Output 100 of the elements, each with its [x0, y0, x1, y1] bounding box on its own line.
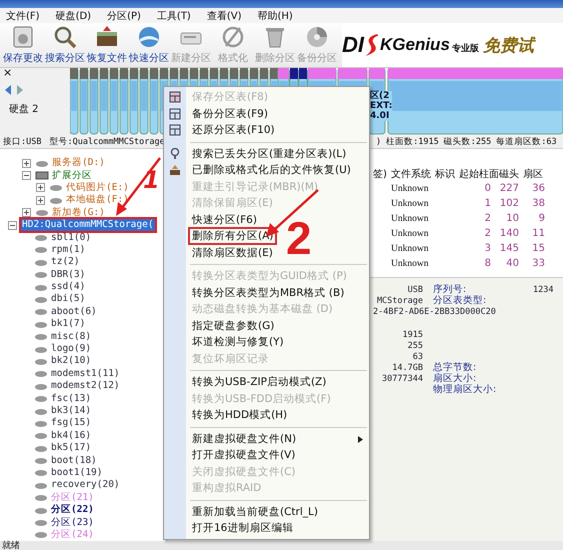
menu-item[interactable]: 硬盘(D): [56, 8, 92, 22]
table-cell-text: Unknown: [391, 198, 430, 208]
tree-item[interactable]: bk4(16): [50, 430, 92, 442]
tree-item[interactable]: bk5(17): [50, 442, 92, 454]
tree-item[interactable]: bk3(14): [50, 405, 92, 417]
tree-item[interactable]: dbi(5): [50, 293, 86, 306]
tree-item[interactable]: 分区(23): [50, 516, 95, 529]
menu-item[interactable]: 查看(V): [206, 8, 242, 22]
column-header[interactable]: 文件系统: [391, 166, 435, 180]
toolbar-button[interactable]: 恢复文件: [86, 24, 128, 66]
column-header[interactable]: 签): [373, 166, 391, 180]
menu-item[interactable]: 搜索已丢失分区(重建分区表)(L): [190, 146, 348, 161]
toolbar-button[interactable]: 搜索分区: [44, 24, 86, 66]
tree-item[interactable]: sbl1(0): [50, 232, 92, 244]
menu-item[interactable]: 重新加载当前硬盘(Ctrl_L): [190, 504, 320, 519]
tree-item[interactable]: ssd(4): [50, 281, 86, 294]
tree-item[interactable]: DBR(3): [50, 268, 86, 281]
tree-item[interactable]: boot1(19): [50, 466, 104, 479]
tree-item[interactable]: 代码图片(E:): [65, 182, 130, 194]
tree-item[interactable]: 扩展分区: [51, 170, 93, 182]
tree-item[interactable]: modemst1(11): [50, 368, 121, 380]
table-cell-text: 8: [484, 258, 492, 269]
table-cell-text: Unknown: [391, 228, 430, 238]
menu-item[interactable]: 打开虚拟硬盘文件(V): [190, 448, 298, 462]
tree-item[interactable]: misc(8): [50, 330, 92, 343]
table-cell-text: Unknown: [391, 244, 430, 254]
tree-item[interactable]: 新加卷(G:): [51, 206, 106, 219]
tree-item[interactable]: modemst2(12): [50, 380, 121, 392]
column-header[interactable]: 磁头: [499, 166, 523, 180]
info-fragment: ): [376, 137, 382, 147]
menu-item[interactable]: 坏道检测与修复(Y): [190, 335, 286, 350]
menu-item[interactable]: 清除扇区数据(E): [190, 246, 275, 260]
table-cell-text: Unknown: [391, 214, 430, 224]
status-bar: 就绪: [0, 541, 563, 550]
menu-item[interactable]: 转换分区表类型为MBR格式 (B): [190, 286, 346, 300]
menu-item[interactable]: 转换为USB-ZIP启动模式(Z): [190, 375, 328, 390]
tree-item[interactable]: boot(18): [50, 454, 98, 467]
detail-label: 扇区大小:: [433, 372, 478, 384]
table-cell-text: 11: [531, 228, 546, 239]
expander-icon[interactable]: [36, 183, 45, 192]
drive-icon: [34, 493, 48, 502]
menu-item[interactable]: 快速分区(F6): [190, 212, 259, 227]
menu-item[interactable]: 打开16进制扇区编辑: [190, 521, 296, 536]
detail-value: 255: [406, 340, 423, 350]
menu-item[interactable]: 工具(T): [156, 8, 191, 22]
tree-item[interactable]: logo(9): [50, 343, 92, 356]
interface-info: 接口:USB: [3, 136, 42, 148]
tree-item[interactable]: 服务器(D:): [51, 157, 106, 170]
detail-label: 序列号:: [433, 283, 468, 295]
table-icon: [169, 91, 181, 103]
expander-icon[interactable]: [22, 171, 31, 180]
tree-item[interactable]: rpm(1): [50, 244, 86, 256]
menu-item[interactable]: 备份分区表(F9): [190, 106, 270, 121]
tree-item[interactable]: aboot(6): [50, 306, 98, 318]
drive-icon: [34, 480, 48, 490]
menu-item[interactable]: 还原分区表(F10): [190, 123, 277, 138]
circle-slash-icon: [220, 25, 246, 49]
tree-item[interactable]: recovery(20): [50, 479, 121, 492]
table-cell-text: 102: [499, 198, 520, 209]
menu-item[interactable]: 新建虚拟硬盘文件(N): [190, 432, 298, 446]
detail-value: MCStorage: [376, 296, 423, 306]
column-header[interactable]: 标识: [435, 166, 459, 180]
column-header[interactable]: 扇区: [523, 166, 549, 180]
expander-icon[interactable]: [22, 208, 31, 218]
nav-arrows-icon[interactable]: [3, 84, 25, 96]
menu-item[interactable]: 分区(P): [107, 8, 141, 22]
tree-item[interactable]: HD2:QualcommMMCStorage(: [21, 219, 155, 232]
menu-item[interactable]: 文件(F): [6, 8, 40, 22]
table-cell-text: 40: [505, 258, 520, 269]
table-cell-text: 15: [531, 243, 546, 254]
table-cell-text: Unknown: [391, 184, 430, 194]
toolbar-button[interactable]: 保存更改: [2, 24, 44, 66]
column-header[interactable]: 起始柱面: [459, 166, 499, 180]
expander-icon[interactable]: [8, 220, 17, 230]
expander-icon[interactable]: [22, 158, 31, 168]
close-icon[interactable]: ×: [3, 68, 70, 78]
menu-item[interactable]: 帮助(H): [258, 8, 293, 22]
logo-text: KGenius: [380, 35, 450, 55]
tree-item[interactable]: fsg(15): [50, 417, 92, 430]
trial-label: 免费试: [482, 34, 534, 56]
expander-icon[interactable]: [36, 196, 45, 205]
drive-icon: [34, 282, 48, 292]
folder-icon: [35, 171, 49, 180]
tree-item[interactable]: tz(2): [50, 256, 81, 268]
tree-item[interactable]: bk2(10): [50, 355, 92, 368]
drive-icon: [35, 208, 49, 218]
menu-item[interactable]: 指定硬盘参数(G): [190, 318, 276, 333]
table-cell-text: 1: [484, 198, 492, 209]
drive-icon: [34, 332, 48, 342]
menu-item[interactable]: 转换为HDD模式(H): [190, 408, 290, 422]
disc-icon: [304, 25, 330, 49]
table-cell-text: 33: [531, 258, 546, 269]
menu-item[interactable]: 已删除或格式化后的文件恢复(U): [190, 163, 353, 178]
tree-item[interactable]: bk1(7): [50, 318, 86, 330]
tree-item[interactable]: fsc(13): [50, 392, 92, 405]
sectors-info: 每道扇区数:63: [496, 136, 557, 148]
table-cell-text: 3: [484, 243, 492, 254]
toolbar-button[interactable]: 快速分区: [128, 24, 170, 66]
tree-item[interactable]: 分区(22): [50, 504, 95, 516]
table-cell-text: Unknown: [391, 258, 430, 268]
